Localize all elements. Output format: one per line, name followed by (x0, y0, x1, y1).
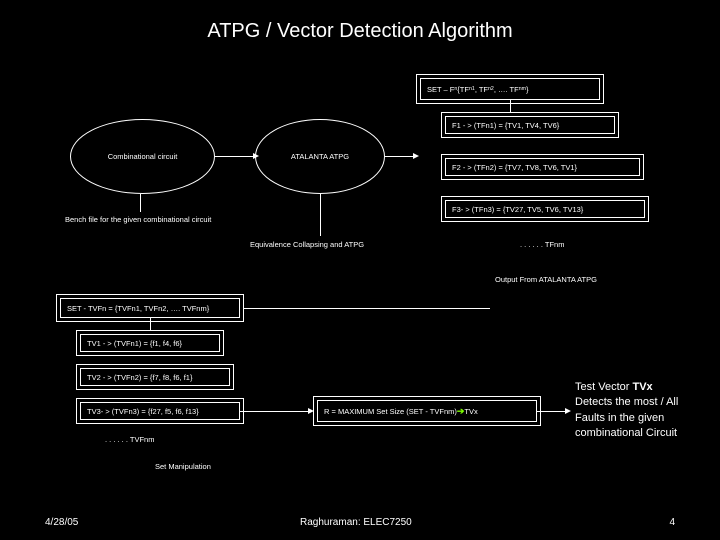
arrowhead-tv-to-r (308, 408, 314, 414)
arrowhead-r-to-result (565, 408, 571, 414)
output-from-label: Output From ATALANTA ATPG (495, 275, 597, 284)
r-max-box: R = MAXIMUM Set Size (SET - TVFnm) ➔ TVx (317, 400, 537, 422)
arrow-comb-to-atalanta (215, 156, 255, 157)
f1-box: F1 - > (TFn1) = {TV1, TV4, TV6} (445, 116, 615, 134)
equivalence-collapsing-label: Equivalence Collapsing and ATPG (250, 240, 364, 249)
result-text: Test Vector TVxDetects the most / AllFau… (575, 380, 710, 442)
arrow-atalanta-down (320, 194, 321, 236)
arrow-tvfn-down (150, 318, 151, 330)
tv2-box: TV2 - > (TVFn2) = {f7, f8, f6, f1} (80, 368, 230, 386)
set-manipulation-label: Set Manipulation (155, 462, 211, 471)
arrow-set-down (510, 100, 511, 115)
atalanta-atpg-ellipse: ATALANTA ATPG (255, 119, 385, 194)
combinational-circuit-ellipse: Combinational circuit (70, 119, 215, 194)
arrow-comb-down (140, 194, 141, 212)
arrow-tv-to-r (240, 411, 310, 412)
f2-box: F2 - > (TFn2) = {TV7, TV8, TV6, TV1} (445, 158, 640, 176)
tv1-box: TV1 - > (TVFn1) = {f1, f4, f6} (80, 334, 220, 352)
arrow-output-left (240, 308, 490, 309)
tvfnm-dots: . . . . . . TVFnm (105, 435, 154, 444)
arrow-r-to-result (537, 411, 567, 412)
set-tvfn-box: SET - TVFn = {TVFn1, TVFn2, …. TVFnm} (60, 298, 240, 318)
footer-date: 4/28/05 (45, 517, 78, 528)
f3-box: F3- > (TFn3) = {TV27, TV5, TV6, TV13} (445, 200, 645, 218)
bench-file-label: Bench file for the given combinational c… (65, 215, 211, 224)
footer-center: Raghuraman: ELEC7250 (300, 517, 412, 528)
tfnm-dots: . . . . . . TFnm (520, 240, 564, 249)
arrow-atalanta-out (385, 156, 415, 157)
footer-page: 4 (669, 517, 675, 528)
arrowhead-comb-to-atalanta (253, 153, 259, 159)
page-title: ATPG / Vector Detection Algorithm (0, 20, 720, 43)
set-fn-box: SET – Fn {TFn1, TFn2, …. TFnm} (420, 78, 600, 100)
arrowhead-atalanta-out (413, 153, 419, 159)
tv3-box: TV3- > (TVFn3) = {f27, f5, f6, f13} (80, 402, 240, 420)
